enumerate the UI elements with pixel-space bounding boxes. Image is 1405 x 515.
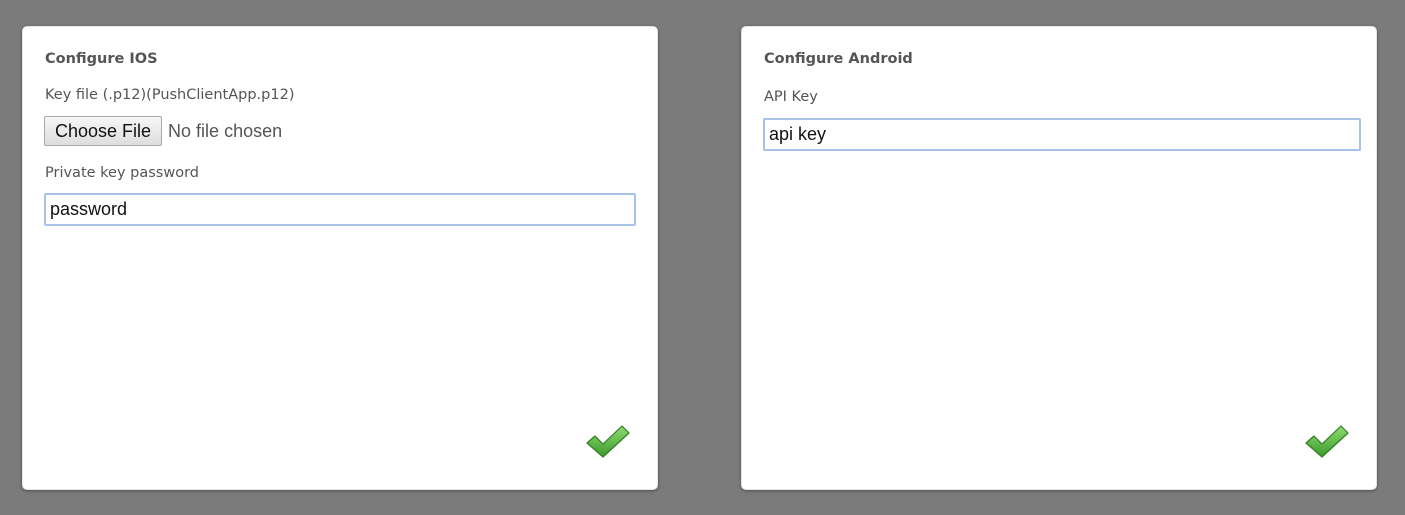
configure-ios-panel: Configure IOS Key file (.p12)(PushClient… (22, 26, 658, 490)
key-file-picker: Choose File No file chosen (44, 116, 282, 146)
file-status-text: No file chosen (168, 120, 283, 141)
ios-panel-title: Configure IOS (45, 51, 158, 67)
configure-android-panel: Configure Android API Key (741, 26, 1377, 490)
api-key-label: API Key (764, 89, 818, 105)
choose-file-button[interactable]: Choose File (44, 116, 163, 146)
android-panel-title: Configure Android (764, 51, 913, 67)
private-key-password-input[interactable] (44, 193, 636, 226)
checkmark-icon[interactable] (1304, 423, 1350, 461)
key-file-label: Key file (.p12)(PushClientApp.p12) (45, 87, 295, 103)
private-key-password-label: Private key password (45, 165, 199, 181)
checkmark-icon[interactable] (585, 423, 631, 461)
api-key-input[interactable] (763, 118, 1361, 151)
